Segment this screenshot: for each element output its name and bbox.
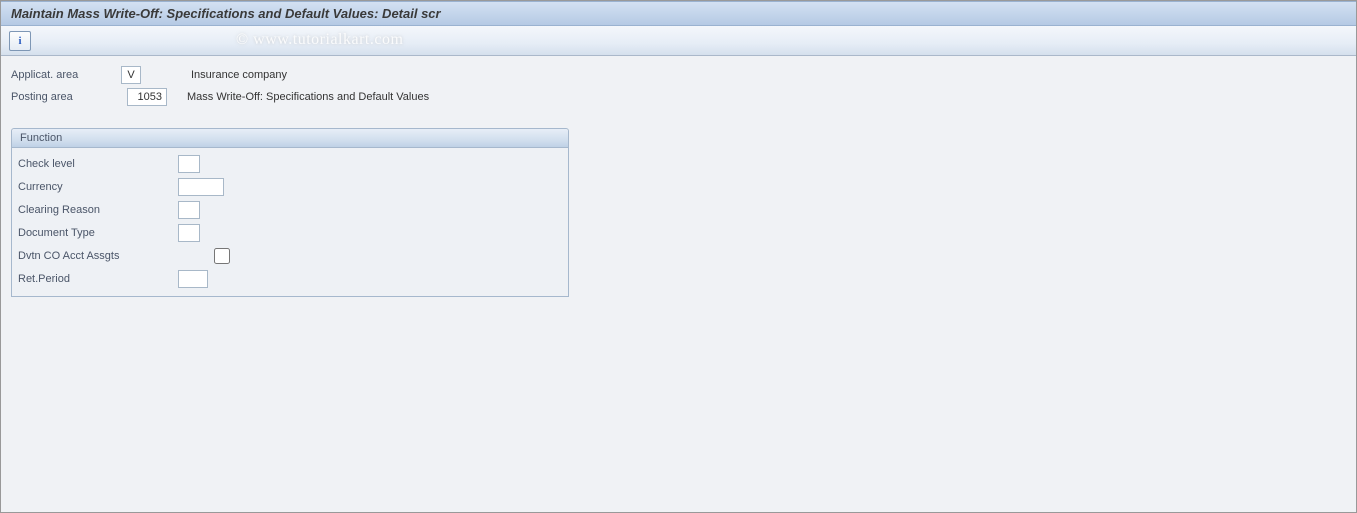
applicat-area-row: Applicat. area Insurance company [11, 64, 1346, 86]
applicat-area-input[interactable] [121, 66, 141, 84]
posting-area-label: Posting area [11, 91, 121, 103]
dvtn-co-acct-label: Dvtn CO Acct Assgts [18, 250, 178, 262]
check-level-label: Check level [18, 158, 178, 170]
clearing-reason-label: Clearing Reason [18, 204, 178, 216]
clearing-reason-input[interactable] [178, 201, 200, 219]
check-level-input[interactable] [178, 155, 200, 173]
ret-period-row: Ret.Period [18, 267, 562, 290]
dvtn-co-acct-checkbox[interactable] [214, 248, 230, 264]
function-panel: Function Check level Currency Clearing R… [11, 128, 569, 297]
ret-period-input[interactable] [178, 270, 208, 288]
applicat-area-label: Applicat. area [11, 69, 121, 81]
ret-period-label: Ret.Period [18, 273, 178, 285]
check-level-row: Check level [18, 152, 562, 175]
posting-area-row: Posting area Mass Write-Off: Specificati… [11, 86, 1346, 108]
clearing-reason-row: Clearing Reason [18, 198, 562, 221]
function-panel-header: Function [12, 129, 568, 148]
document-type-label: Document Type [18, 227, 178, 239]
content-area: Applicat. area Insurance company Posting… [1, 56, 1356, 305]
posting-area-input[interactable] [127, 88, 167, 106]
dvtn-co-acct-row: Dvtn CO Acct Assgts [18, 244, 562, 267]
applicat-area-desc: Insurance company [191, 69, 287, 81]
toolbar: i [1, 26, 1356, 56]
page-title-bar: Maintain Mass Write-Off: Specifications … [1, 1, 1356, 26]
page-title: Maintain Mass Write-Off: Specifications … [11, 6, 441, 21]
currency-label: Currency [18, 181, 178, 193]
currency-row: Currency [18, 175, 562, 198]
info-icon-button[interactable]: i [9, 31, 31, 51]
function-panel-body: Check level Currency Clearing Reason Doc… [12, 148, 568, 296]
info-icon: i [18, 35, 21, 47]
document-type-row: Document Type [18, 221, 562, 244]
currency-input[interactable] [178, 178, 224, 196]
posting-area-desc: Mass Write-Off: Specifications and Defau… [187, 91, 429, 103]
document-type-input[interactable] [178, 224, 200, 242]
